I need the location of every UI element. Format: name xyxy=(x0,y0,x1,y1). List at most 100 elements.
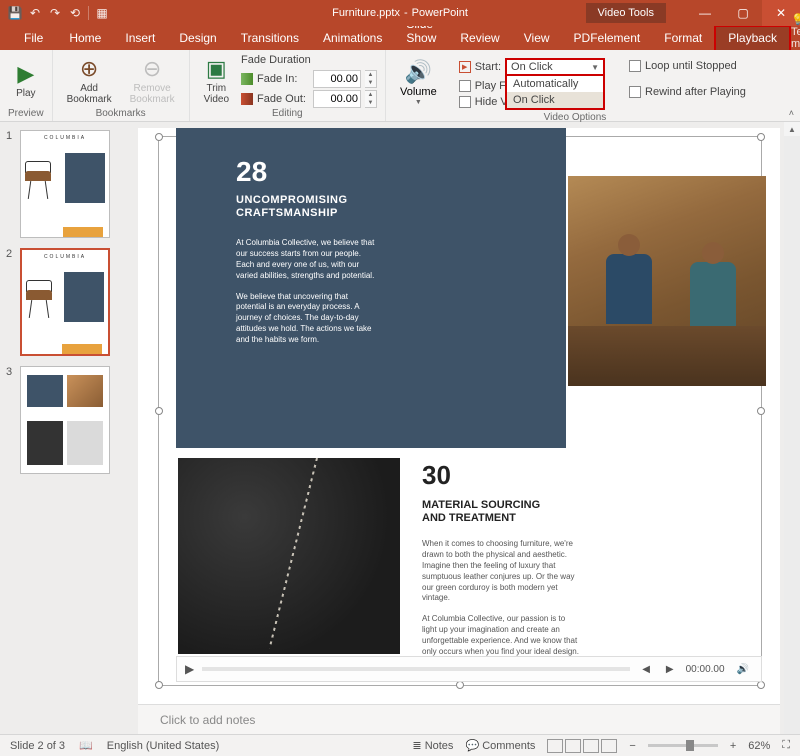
fade-in-label: Fade In: xyxy=(257,73,309,85)
slide-canvas[interactable]: 28 UNCOMPROMISINGCRAFTSMANSHIP At Columb… xyxy=(138,128,780,704)
comments-button[interactable]: 💬 Comments xyxy=(465,739,535,752)
zoom-out-button[interactable]: − xyxy=(629,740,635,752)
spellcheck-icon[interactable]: 📖 xyxy=(79,739,93,752)
repeat-icon[interactable]: ⟲ xyxy=(66,2,84,24)
video-step-back-button[interactable]: ◀ xyxy=(638,664,654,675)
separator xyxy=(88,6,89,20)
tab-transitions[interactable]: Transitions xyxy=(229,27,311,50)
start-dropdown-list: Automatically On Click xyxy=(505,76,605,110)
slide-thumbnail-2[interactable]: COLUMBIA xyxy=(20,248,110,356)
language-indicator[interactable]: English (United States) xyxy=(107,740,220,752)
trim-video-button[interactable]: ▣Trim Video xyxy=(198,54,235,107)
resize-handle[interactable] xyxy=(757,133,765,141)
option-on-click[interactable]: On Click xyxy=(507,92,603,108)
tab-design[interactable]: Design xyxy=(167,27,228,50)
file-name: Furniture.pptx xyxy=(332,7,400,19)
title-bar: 💾 ↶ ↷ ⟲ ▦ Furniture.pptx - PowerPoint Vi… xyxy=(0,0,800,26)
start-icon: ▶ xyxy=(459,61,471,73)
tab-view[interactable]: View xyxy=(512,27,562,50)
tab-format[interactable]: Format xyxy=(652,27,714,50)
start-label: Start: xyxy=(475,61,501,73)
tab-playback[interactable]: Playback xyxy=(714,25,791,50)
ribbon: ▶Play Preview ⊕Add Bookmark ⊖Remove Book… xyxy=(0,50,800,122)
tab-pdfelement[interactable]: PDFelement xyxy=(562,27,653,50)
tab-review[interactable]: Review xyxy=(448,27,511,50)
resize-handle[interactable] xyxy=(155,681,163,689)
video-seek-track[interactable] xyxy=(202,667,630,671)
start-dropdown[interactable]: On Click▼ xyxy=(505,58,605,76)
tab-file[interactable]: File xyxy=(10,27,57,50)
resize-handle[interactable] xyxy=(757,681,765,689)
window-title: Furniture.pptx - PowerPoint xyxy=(332,7,468,19)
undo-icon[interactable]: ↶ xyxy=(26,2,44,24)
body-text: At Columbia Collective, our passion is t… xyxy=(422,614,582,657)
start-from-beginning-icon[interactable]: ▦ xyxy=(93,2,111,24)
video-play-button[interactable]: ▶ xyxy=(185,662,194,676)
option-automatically[interactable]: Automatically xyxy=(507,76,603,92)
slideshow-view-button[interactable] xyxy=(601,739,617,753)
fit-to-window-button[interactable]: ⛶ xyxy=(782,739,790,752)
video-time: 00:00.00 xyxy=(686,664,725,675)
maximize-button[interactable]: ▢ xyxy=(724,0,762,26)
play-full-screen-checkbox[interactable] xyxy=(459,80,471,92)
video-volume-icon[interactable]: 🔊 xyxy=(733,664,753,675)
volume-button[interactable]: 🔊Volume▼ xyxy=(394,57,443,108)
fade-out-spinner[interactable]: ▲▼ xyxy=(365,90,377,108)
group-bookmarks: Bookmarks xyxy=(96,108,146,121)
loop-checkbox[interactable] xyxy=(629,60,641,72)
notes-button[interactable]: ≣ Notes xyxy=(412,739,453,752)
resize-handle[interactable] xyxy=(155,407,163,415)
status-bar: Slide 2 of 3 📖 English (United States) ≣… xyxy=(0,734,800,756)
tab-home[interactable]: Home xyxy=(57,27,113,50)
zoom-handle[interactable] xyxy=(686,740,694,751)
body-text: When it comes to choosing furniture, we'… xyxy=(422,539,582,604)
fade-out-input[interactable]: 00.00 xyxy=(313,90,361,108)
leather-image xyxy=(178,458,400,654)
slide-thumbnail-1[interactable]: COLUMBIA xyxy=(20,130,110,238)
zoom-in-button[interactable]: + xyxy=(730,740,736,752)
resize-handle[interactable] xyxy=(155,133,163,141)
slide-thumbnail-3[interactable] xyxy=(20,366,110,474)
body-text: At Columbia Collective, we believe that … xyxy=(236,238,376,281)
ribbon-tabs: File Home Insert Design Transitions Anim… xyxy=(0,26,800,50)
scroll-up-icon: ▲ xyxy=(784,122,800,136)
body-text: We believe that uncovering that potentia… xyxy=(236,292,376,346)
vertical-scrollbar[interactable]: ▲ xyxy=(784,122,800,734)
zoom-slider[interactable] xyxy=(648,744,718,747)
collapse-ribbon-icon[interactable]: ˄ xyxy=(789,108,794,118)
workspace: 1 COLUMBIA 2 COLUMBIA 3 xyxy=(0,122,800,734)
resize-handle[interactable] xyxy=(456,681,464,689)
craftsmanship-image xyxy=(568,176,766,386)
reading-view-button[interactable] xyxy=(583,739,599,753)
group-editing: Editing xyxy=(272,108,303,121)
fade-out-icon xyxy=(241,93,253,105)
fade-in-input[interactable]: 00.00 xyxy=(313,70,361,88)
minimize-button[interactable]: — xyxy=(686,0,724,26)
resize-handle[interactable] xyxy=(757,407,765,415)
tell-me-search[interactable]: 💡 Tell me... xyxy=(791,13,800,50)
play-button[interactable]: ▶Play xyxy=(10,59,41,101)
redo-icon[interactable]: ↷ xyxy=(46,2,64,24)
notes-pane[interactable]: Click to add notes xyxy=(138,704,780,734)
add-bookmark-button[interactable]: ⊕Add Bookmark xyxy=(61,54,118,107)
bookmark-add-icon: ⊕ xyxy=(80,56,98,82)
tab-insert[interactable]: Insert xyxy=(113,27,167,50)
rewind-checkbox[interactable] xyxy=(629,86,641,98)
heading-number: 30 xyxy=(422,460,762,491)
group-preview: Preview xyxy=(8,108,44,121)
view-buttons xyxy=(547,739,617,753)
slide-indicator[interactable]: Slide 2 of 3 xyxy=(10,740,65,752)
tab-animations[interactable]: Animations xyxy=(311,27,394,50)
quick-access-toolbar: 💾 ↶ ↷ ⟲ ▦ xyxy=(0,2,111,24)
chair-graphic xyxy=(25,161,55,199)
sorter-view-button[interactable] xyxy=(565,739,581,753)
save-icon[interactable]: 💾 xyxy=(6,2,24,24)
hide-while-not-playing-checkbox[interactable] xyxy=(459,96,471,108)
fade-out-label: Fade Out: xyxy=(257,93,309,105)
slide-thumbnails-panel: 1 COLUMBIA 2 COLUMBIA 3 xyxy=(0,122,118,734)
bookmark-remove-icon: ⊖ xyxy=(143,56,161,82)
normal-view-button[interactable] xyxy=(547,739,563,753)
fade-in-spinner[interactable]: ▲▼ xyxy=(365,70,377,88)
video-step-fwd-button[interactable]: ▶ xyxy=(662,664,678,675)
zoom-level[interactable]: 62% xyxy=(748,740,770,752)
